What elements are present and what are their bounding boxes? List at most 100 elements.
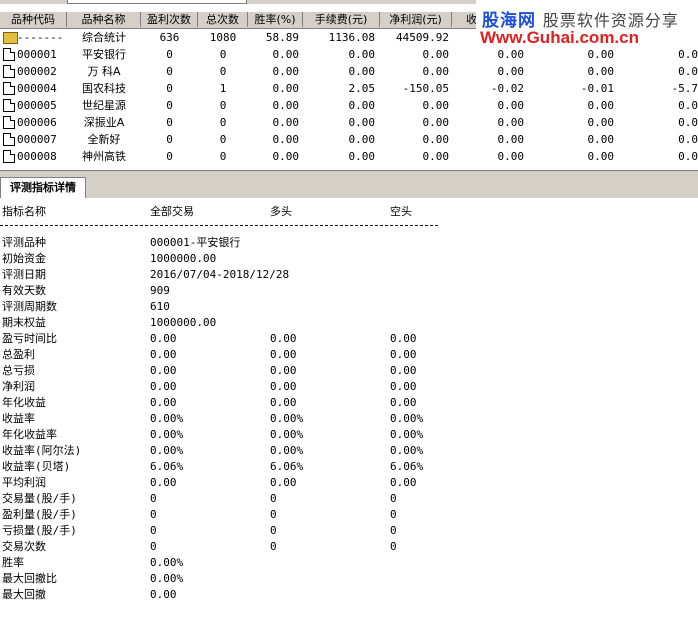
cell-profit: 0.00 — [422, 116, 450, 129]
details-all: 0.00 — [150, 588, 177, 601]
toolbar-input-box[interactable] — [67, 0, 247, 4]
document-icon — [3, 133, 15, 146]
table-row[interactable]: 000007 全新好 0 0 0.00 0.00 0.00 0.00 0.00 0.0 — [0, 131, 698, 148]
table-row[interactable]: 000008 神州高铁 0 0 0.00 0.00 0.00 0.00 0.00 0.0 — [0, 148, 698, 165]
details-long: 0.00% — [270, 412, 304, 425]
cell-rate: 58.89 — [265, 31, 299, 44]
col-header-win-rate[interactable]: 胜率(%) — [248, 12, 303, 27]
cell-code: 000007 — [17, 133, 57, 146]
details-header-long: 多头 — [270, 205, 292, 218]
cell-name: 深振业A — [83, 116, 125, 129]
cell-fee: 1136.08 — [328, 31, 375, 44]
cell-profit: -150.05 — [402, 82, 449, 95]
details-name: 平均利润 — [2, 476, 46, 489]
details-row: 评测品种 000001-平安银行 — [0, 235, 698, 251]
cell-fee: 2.05 — [348, 82, 376, 95]
details-short: 0.00 — [390, 364, 417, 377]
tab-evaluation-details[interactable]: 评测指标详情 — [0, 177, 86, 199]
col-header-fee[interactable]: 手续费(元) — [303, 12, 380, 27]
table-row[interactable]: 000004 国农科技 0 1 0.00 2.05 -150.05 -0.02 -0.01 -5.… — [0, 80, 698, 97]
details-short: 0 — [390, 540, 397, 553]
details-name: 总盈利 — [2, 348, 35, 361]
cell-fee: 0.00 — [348, 133, 376, 146]
details-name: 年化收益 — [2, 396, 46, 409]
details-all: 0.00 — [150, 364, 177, 377]
details-panel: 指标名称 全部交易 多头 空头 评测品种 000001-平安银行 初始资金 10000… — [0, 198, 698, 618]
table-row[interactable]: 000002 万 科A 0 0 0.00 0.00 0.00 0.00 0.00 0.0 — [0, 63, 698, 80]
cell-c9: 0.00 — [587, 150, 615, 163]
details-all: 6.06% — [150, 460, 184, 473]
details-name: 评测周期数 — [2, 300, 57, 313]
cell-name: 平安银行 — [82, 48, 126, 61]
details-row: 盈利量(股/手) 0 0 0 — [0, 507, 698, 523]
cell-total: 0 — [219, 116, 227, 129]
document-icon — [3, 150, 15, 163]
details-row: 盈亏时间比 0.00 0.00 0.00 — [0, 331, 698, 347]
details-row: 年化收益 0.00 0.00 0.00 — [0, 395, 698, 411]
details-row: 胜率 0.00% — [0, 555, 698, 571]
details-all: 0 — [150, 524, 157, 537]
details-all: 1000000.00 — [150, 316, 217, 329]
details-all: 0 — [150, 508, 157, 521]
details-long: 0 — [270, 508, 277, 521]
details-name: 收益率(贝塔) — [2, 460, 71, 473]
details-name: 收益率 — [2, 412, 35, 425]
details-all: 0.00% — [150, 572, 184, 585]
table-row[interactable]: 000006 深振业A 0 0 0.00 0.00 0.00 0.00 0.00 0.0 — [0, 114, 698, 131]
cell-fee: 0.00 — [348, 99, 376, 112]
cell-win: 0 — [166, 150, 173, 163]
details-short: 0.00 — [390, 348, 417, 361]
details-name: 最大回撤 — [2, 588, 46, 601]
cell-profit: 0.00 — [422, 65, 450, 78]
details-name: 有效天数 — [2, 284, 46, 297]
cell-c10: 0.0 — [678, 150, 698, 163]
cell-name: 全新好 — [87, 133, 121, 146]
details-all: 1000000.00 — [150, 252, 217, 265]
col-header-total-count[interactable]: 总次数 — [198, 12, 248, 27]
details-long: 0.00 — [270, 380, 297, 393]
cell-code: 000001 — [17, 48, 57, 61]
details-long: 0.00% — [270, 428, 304, 441]
details-divider — [0, 225, 438, 226]
details-name: 盈利量(股/手) — [2, 508, 77, 521]
details-short: 0.00 — [390, 380, 417, 393]
details-all: 0 — [150, 492, 157, 505]
cell-code: 000005 — [17, 99, 57, 112]
col-header-win-count[interactable]: 盈利次数 — [141, 12, 198, 27]
cell-total: 0 — [219, 133, 227, 146]
details-all: 0.00% — [150, 444, 184, 457]
cell-c8: 0.00 — [497, 99, 525, 112]
cell-win: 0 — [166, 48, 173, 61]
details-all: 0.00% — [150, 412, 184, 425]
details-all: 0.00 — [150, 348, 177, 361]
document-icon — [3, 116, 15, 129]
cell-c8: -0.02 — [490, 82, 524, 95]
details-long: 0.00 — [270, 396, 297, 409]
table-row[interactable]: 000005 世纪星源 0 0 0.00 0.00 0.00 0.00 0.00 0.0 — [0, 97, 698, 114]
cell-win: 0 — [166, 133, 173, 146]
col-header-net-profit[interactable]: 净利润(元) — [380, 12, 452, 27]
cell-code: 000006 — [17, 116, 57, 129]
cell-rate: 0.00 — [272, 48, 300, 61]
details-short: 0.00 — [390, 396, 417, 409]
cell-name: 神州高铁 — [82, 150, 126, 163]
details-all: 909 — [150, 284, 170, 297]
details-row: 收益率(贝塔) 6.06% 6.06% 6.06% — [0, 459, 698, 475]
details-short: 0.00% — [390, 444, 424, 457]
cell-c9: 0.00 — [587, 99, 615, 112]
details-short: 6.06% — [390, 460, 424, 473]
details-long: 0.00% — [270, 444, 304, 457]
cell-name: 国农科技 — [82, 82, 126, 95]
cell-c8: 0.00 — [497, 133, 525, 146]
details-name: 盈亏时间比 — [2, 332, 57, 345]
details-name: 交易量(股/手) — [2, 492, 77, 505]
cell-c10: 0.0 — [678, 65, 698, 78]
col-header-name[interactable]: 品种名称 — [67, 12, 141, 27]
summary-icon — [3, 32, 18, 44]
cell-c8: 0.00 — [497, 116, 525, 129]
details-all: 0.00 — [150, 380, 177, 393]
details-name: 净利润 — [2, 380, 35, 393]
details-name: 胜率 — [2, 556, 24, 569]
details-name: 最大回撤比 — [2, 572, 57, 585]
col-header-code[interactable]: 品种代码 — [0, 12, 67, 27]
